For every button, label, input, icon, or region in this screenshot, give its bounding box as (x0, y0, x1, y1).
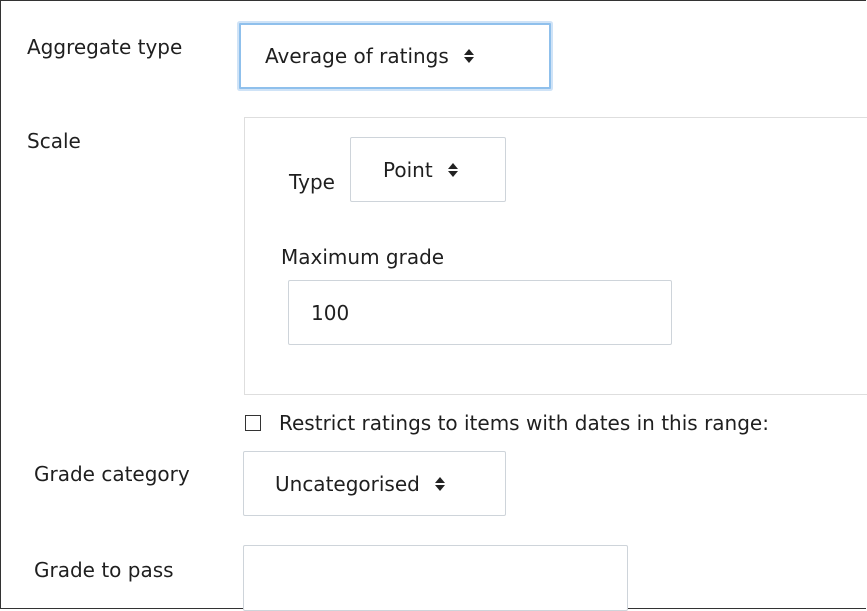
aggregate-type-label: Aggregate type (27, 35, 183, 59)
scale-type-value: Point (383, 157, 433, 182)
aggregate-type-select[interactable]: Average of ratings (239, 23, 551, 89)
grade-to-pass-input[interactable] (243, 545, 628, 611)
scale-type-label: Type (289, 170, 335, 194)
checkbox-icon[interactable] (245, 415, 261, 431)
grade-category-value: Uncategorised (275, 471, 420, 496)
grade-to-pass-label: Grade to pass (34, 558, 174, 582)
scale-type-select[interactable]: Point (350, 137, 506, 202)
aggregate-type-value: Average of ratings (265, 44, 449, 68)
up-down-caret-icon (447, 162, 459, 177)
grade-category-select[interactable]: Uncategorised (243, 451, 506, 516)
grade-category-label: Grade category (34, 462, 190, 486)
up-down-caret-icon (463, 49, 475, 63)
up-down-caret-icon (434, 476, 446, 491)
maximum-grade-label: Maximum grade (281, 245, 445, 269)
rating-settings-panel: Aggregate type Average of ratings Scale … (0, 0, 867, 611)
restrict-ratings-label: Restrict ratings to items with dates in … (279, 411, 769, 435)
maximum-grade-input[interactable] (288, 280, 672, 345)
scale-label: Scale (27, 129, 81, 153)
